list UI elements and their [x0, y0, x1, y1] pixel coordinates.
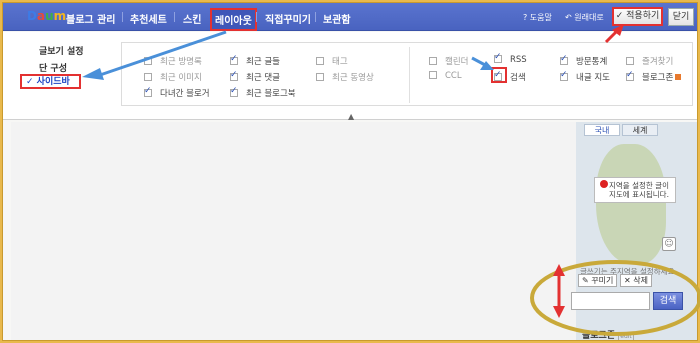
page-title: 블로그 관리: [66, 15, 116, 26]
option-label: 최근 이미지: [160, 73, 202, 83]
blogzone-label: 블로그존: [582, 331, 616, 341]
search-input[interactable]: [571, 292, 650, 310]
nav-tab-skin[interactable]: 스킨: [183, 11, 201, 26]
widget-delete-button[interactable]: ✕ 삭제: [620, 274, 652, 287]
checkbox[interactable]: [230, 54, 238, 65]
option-label: 블로그존: [642, 73, 674, 83]
checkbox[interactable]: [316, 57, 324, 65]
blog-preview-area: 국내 세계 지역을 설정한 글이 지도에 표시됩니다. ☺ 글쓰기는 주지역을 …: [11, 122, 697, 341]
logo-letter: u: [45, 9, 54, 23]
options-divider: [409, 47, 410, 103]
option-recent-comments[interactable]: 최근 댓글: [230, 70, 280, 83]
option-label: 태그: [332, 57, 348, 67]
edit-badge: edit: [618, 332, 634, 340]
checkbox[interactable]: [230, 70, 238, 81]
option-label: 검색: [510, 73, 526, 83]
new-badge-icon: [675, 74, 682, 80]
daum-logo[interactable]: Daum: [27, 9, 66, 25]
nav-tab-storage[interactable]: 보관함: [323, 11, 351, 26]
search-button[interactable]: 검색: [653, 292, 683, 310]
apply-button[interactable]: ✓ 적용하기: [612, 7, 663, 26]
map-tab-world[interactable]: 세계: [622, 124, 658, 136]
checkbox[interactable]: [626, 70, 634, 81]
option-label: 캘린더: [445, 57, 469, 67]
side-menu-columns[interactable]: 단 구성: [39, 61, 67, 74]
close-button[interactable]: 닫기: [668, 8, 694, 26]
option-recent-images[interactable]: 최근 이미지: [144, 71, 202, 83]
checkbox[interactable]: [316, 73, 324, 81]
checkbox[interactable]: [230, 86, 238, 97]
settings-panel: 글보기 설정 단 구성 ✓ 사이드바 최근 방명록 최근 이미지 다녀간 블로거…: [3, 32, 697, 121]
option-label: 방문통계: [576, 57, 608, 67]
person-icon[interactable]: ☺: [662, 237, 676, 251]
option-favorites[interactable]: 즐겨찾기: [626, 55, 673, 67]
nav-tab-layout[interactable]: 레이아웃: [210, 8, 257, 31]
logo-letter: D: [27, 9, 37, 23]
side-menu: 글보기 설정 단 구성 ✓ 사이드바: [3, 32, 113, 120]
edit-label: 꾸미기: [591, 276, 614, 285]
sidebar-options-box: 최근 방명록 최근 이미지 다녀간 블로거 최근 글들 최근 댓글 최근 블로그…: [121, 42, 693, 106]
checkbox[interactable]: [144, 73, 152, 81]
option-label: 즐겨찾기: [642, 57, 674, 67]
option-label: 최근 블로그북: [246, 89, 296, 99]
option-recent-blogbook[interactable]: 최근 블로그북: [230, 86, 296, 99]
map-pin-icon: [600, 180, 608, 188]
nav-tab-recommended-set[interactable]: 추천세트: [130, 11, 167, 26]
option-tags[interactable]: 태그: [316, 55, 348, 67]
option-visit-stats[interactable]: 방문통계: [560, 54, 608, 67]
collapse-arrow-icon[interactable]: ▲: [348, 112, 354, 121]
option-label: RSS: [510, 55, 527, 65]
option-recent-posts[interactable]: 최근 글들: [230, 54, 280, 67]
option-blogzone[interactable]: 블로그존: [626, 70, 682, 83]
nav-divider: [122, 12, 123, 22]
option-recent-videos[interactable]: 최근 동영상: [316, 71, 374, 83]
checkbox[interactable]: [429, 57, 437, 65]
side-menu-sidebar[interactable]: ✓ 사이드바: [20, 74, 81, 89]
checkbox[interactable]: [144, 86, 152, 97]
option-label: 내글 지도: [576, 73, 610, 83]
checkbox[interactable]: [626, 57, 634, 65]
blogzone-widget-title: 블로그존 edit: [582, 328, 634, 341]
side-menu-post-view[interactable]: 글보기 설정: [39, 44, 84, 57]
option-my-post-map[interactable]: 내글 지도: [560, 70, 610, 83]
option-label: CCL: [445, 71, 462, 81]
app-frame: Daum 블로그 관리 추천세트 스킨 레이아웃 직접꾸미기 보관함 ? 도움말…: [2, 2, 698, 341]
nav-divider: [256, 12, 257, 22]
checkbox[interactable]: [560, 70, 568, 81]
nav-divider: [174, 12, 175, 22]
top-nav-bar: Daum 블로그 관리 추천세트 스킨 레이아웃 직접꾸미기 보관함 ? 도움말…: [3, 3, 697, 31]
nav-tab-custom-design[interactable]: 직접꾸미기: [265, 11, 311, 26]
logo-letter: m: [53, 9, 67, 23]
option-rss[interactable]: RSS: [494, 52, 527, 67]
option-calendar[interactable]: 캘린더: [429, 55, 468, 67]
search-checkbox-highlight: [491, 67, 507, 83]
widget-edit-button[interactable]: ✎ 꾸미기: [578, 274, 618, 287]
checkbox[interactable]: [560, 54, 568, 65]
option-visitors[interactable]: 다녀간 블로거: [144, 86, 210, 99]
nav-divider: [315, 12, 316, 22]
option-label: 최근 동영상: [332, 73, 374, 83]
option-label: 다녀간 블로거: [160, 89, 210, 99]
checkbox[interactable]: [429, 71, 437, 79]
logo-letter: a: [36, 9, 46, 23]
checkbox[interactable]: [144, 57, 152, 65]
option-label: 최근 글들: [246, 57, 280, 67]
option-recent-guestbook[interactable]: 최근 방명록: [144, 55, 202, 67]
map-tab-domestic[interactable]: 국내: [584, 124, 620, 136]
restore-link[interactable]: ↶ 원래대로: [565, 12, 604, 23]
option-ccl[interactable]: CCL: [429, 71, 462, 83]
checkbox[interactable]: [494, 52, 502, 63]
korea-map-image: [596, 144, 666, 264]
option-label: 최근 방명록: [160, 57, 202, 67]
help-link[interactable]: ? 도움말: [523, 12, 552, 23]
option-label: 최근 댓글: [246, 73, 280, 83]
